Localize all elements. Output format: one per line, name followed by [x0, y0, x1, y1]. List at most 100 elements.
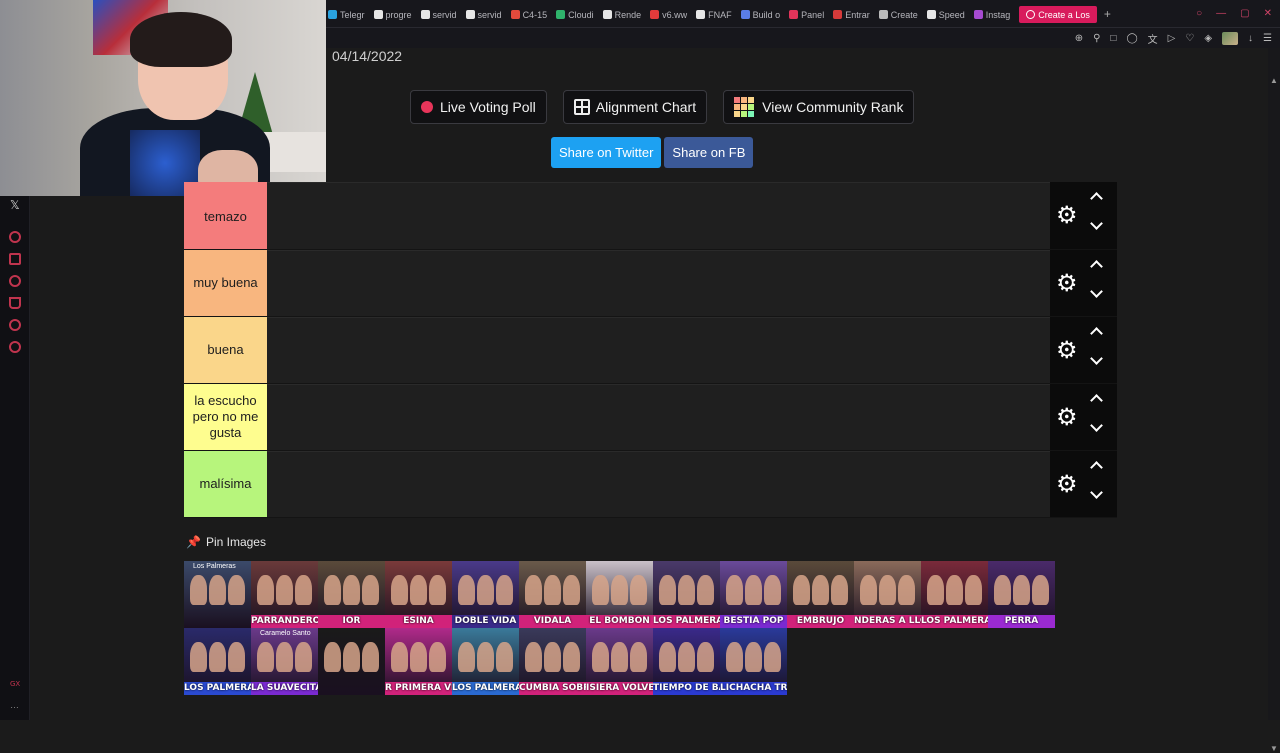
tier-label[interactable]: la escucho pero no me gusta — [184, 384, 267, 450]
tier-label[interactable]: malísima — [184, 451, 267, 517]
album-thumbnail[interactable]: IOR — [318, 561, 385, 628]
album-thumbnail[interactable]: R PRIMERA VEZ — [385, 628, 452, 695]
chevron-down-icon[interactable] — [1090, 217, 1103, 230]
screenshot-icon[interactable]: □ — [1110, 33, 1116, 44]
browser-tab[interactable]: v6.ww — [650, 6, 687, 23]
menu-icon[interactable]: ☰ — [1263, 33, 1272, 44]
close-icon[interactable]: ✕ — [1264, 8, 1272, 19]
band-photo — [391, 575, 446, 605]
browser-tab[interactable]: servid — [420, 6, 457, 23]
album-thumbnail[interactable]: Caramelo Santo LA SUAVECITA — [251, 628, 318, 695]
chevron-up-icon[interactable] — [1090, 192, 1103, 205]
chevron-down-icon[interactable] — [1090, 419, 1103, 432]
favicon-icon — [510, 10, 520, 19]
album-thumbnail[interactable]: LOS PALMERAS — [452, 628, 519, 695]
chevron-up-icon[interactable] — [1090, 461, 1103, 474]
album-thumbnail[interactable]: ISIERA VOLVER — [586, 628, 653, 695]
maximize-icon[interactable]: ▢ — [1240, 8, 1249, 19]
view-community-rank-button[interactable]: View Community Rank — [723, 90, 915, 124]
album-thumbnail[interactable]: ESINA — [385, 561, 452, 628]
record-icon[interactable] — [9, 231, 21, 243]
new-tab-button[interactable]: + — [1104, 6, 1111, 23]
album-thumbnail[interactable]: VIDALA — [519, 561, 586, 628]
extension-icon[interactable] — [9, 253, 21, 265]
avatar[interactable] — [1222, 32, 1239, 45]
tier-label[interactable]: buena — [184, 317, 267, 383]
zoom-icon[interactable]: ⊕ — [1075, 33, 1083, 44]
browser-tab[interactable]: FNAF — [696, 6, 732, 23]
pin-icon[interactable]: ⚲ — [1093, 33, 1100, 44]
extensions-icon[interactable]: ◈ — [1204, 33, 1212, 44]
album-thumbnail[interactable]: Los Palmeras — [184, 561, 251, 628]
album-thumbnail[interactable]: BESTIA POP — [720, 561, 787, 628]
album-thumbnail[interactable]: PERRA — [988, 561, 1055, 628]
tier-drop-zone[interactable] — [267, 451, 1050, 517]
browser-tab[interactable]: Panel — [789, 6, 824, 23]
album-thumbnail[interactable]: EMBRUJO — [787, 561, 854, 628]
browser-tab[interactable]: Instag — [973, 6, 1010, 23]
x-icon[interactable]: 𝕏 — [10, 198, 20, 212]
scrollbar[interactable]: ▲ ▼ — [1268, 48, 1280, 753]
play-icon[interactable]: ▷ — [1168, 33, 1176, 44]
minimize-icon[interactable]: — — [1216, 8, 1226, 19]
heart-icon[interactable]: ♡ — [1185, 33, 1194, 44]
scroll-down-icon[interactable]: ▼ — [1270, 744, 1278, 753]
chevron-down-icon[interactable] — [1090, 285, 1103, 298]
tier-drop-zone[interactable] — [267, 182, 1050, 249]
album-thumbnail[interactable]: NDERAS A LLOR — [854, 561, 921, 628]
alignment-chart-button[interactable]: Alignment Chart — [562, 90, 708, 124]
search-icon[interactable]: ○ — [1196, 8, 1202, 19]
browser-tab[interactable]: C4-15 — [510, 6, 547, 23]
chevron-up-icon[interactable] — [1090, 327, 1103, 340]
album-thumbnail[interactable]: TIEMPO DE BAIL — [653, 628, 720, 695]
browser-tab[interactable]: Rende — [602, 6, 641, 23]
history-icon[interactable] — [9, 275, 21, 287]
chevron-up-icon[interactable] — [1090, 394, 1103, 407]
browser-tab[interactable]: Speed — [926, 6, 965, 23]
album-thumbnail[interactable]: LICHACHA TRISTE — [720, 628, 787, 695]
gear-icon[interactable]: ⚙ — [1056, 339, 1078, 363]
share-twitter-button[interactable]: Share on Twitter — [551, 137, 662, 168]
chevron-down-icon[interactable] — [1090, 486, 1103, 499]
download-icon[interactable]: ↓ — [1248, 33, 1253, 44]
more-icon[interactable]: … — [10, 700, 19, 710]
browser-tab[interactable]: Entrar — [833, 6, 870, 23]
favicon-icon — [420, 10, 430, 19]
tier-drop-zone[interactable] — [267, 384, 1050, 450]
tier-label[interactable]: temazo — [184, 182, 267, 249]
browser-tab[interactable]: servid — [465, 6, 502, 23]
browser-tab[interactable]: Create — [878, 6, 918, 23]
tier-drop-zone[interactable] — [267, 250, 1050, 316]
tier-drop-zone[interactable] — [267, 317, 1050, 383]
translate-icon[interactable]: 文 — [1148, 31, 1158, 46]
chevron-down-icon[interactable] — [1090, 352, 1103, 365]
download-icon[interactable] — [9, 297, 21, 309]
live-voting-poll-button[interactable]: Live Voting Poll — [410, 90, 547, 124]
settings-icon[interactable] — [9, 341, 21, 353]
album-thumbnail[interactable]: EL BOMBON — [586, 561, 653, 628]
album-thumbnail[interactable]: CUMBIA SOBRE EL MAR — [519, 628, 586, 695]
album-thumbnail[interactable]: LOS PALMERAS — [921, 561, 988, 628]
browser-tab[interactable]: Cloudi — [556, 6, 594, 23]
band-photo — [525, 642, 580, 672]
album-thumbnail[interactable]: DOBLE VIDA — [452, 561, 519, 628]
gear-icon[interactable]: ⚙ — [1056, 406, 1078, 430]
browser-tab[interactable]: Create a Los — [1019, 6, 1097, 23]
album-thumbnail[interactable] — [318, 628, 385, 695]
shield-icon[interactable]: ◯ — [1126, 33, 1137, 44]
album-thumbnail[interactable]: LOS PALMERAS — [184, 628, 251, 695]
browser-tab[interactable]: Build o — [740, 6, 780, 23]
share-facebook-button[interactable]: Share on FB — [664, 137, 754, 168]
browser-tab[interactable]: progre — [373, 6, 412, 23]
browser-tab[interactable]: Telegr — [328, 6, 365, 23]
gear-icon[interactable]: ⚙ — [1056, 272, 1078, 296]
scroll-up-icon[interactable]: ▲ — [1270, 76, 1278, 85]
pin-images-label[interactable]: 📌 Pin Images — [186, 535, 266, 549]
chat-icon[interactable] — [9, 319, 21, 331]
gear-icon[interactable]: ⚙ — [1056, 204, 1078, 228]
chevron-up-icon[interactable] — [1090, 260, 1103, 273]
gear-icon[interactable]: ⚙ — [1056, 473, 1078, 497]
album-thumbnail[interactable]: LOS PALMERAS — [653, 561, 720, 628]
tier-label[interactable]: muy buena — [184, 250, 267, 316]
album-thumbnail[interactable]: PARRANDERO — [251, 561, 318, 628]
